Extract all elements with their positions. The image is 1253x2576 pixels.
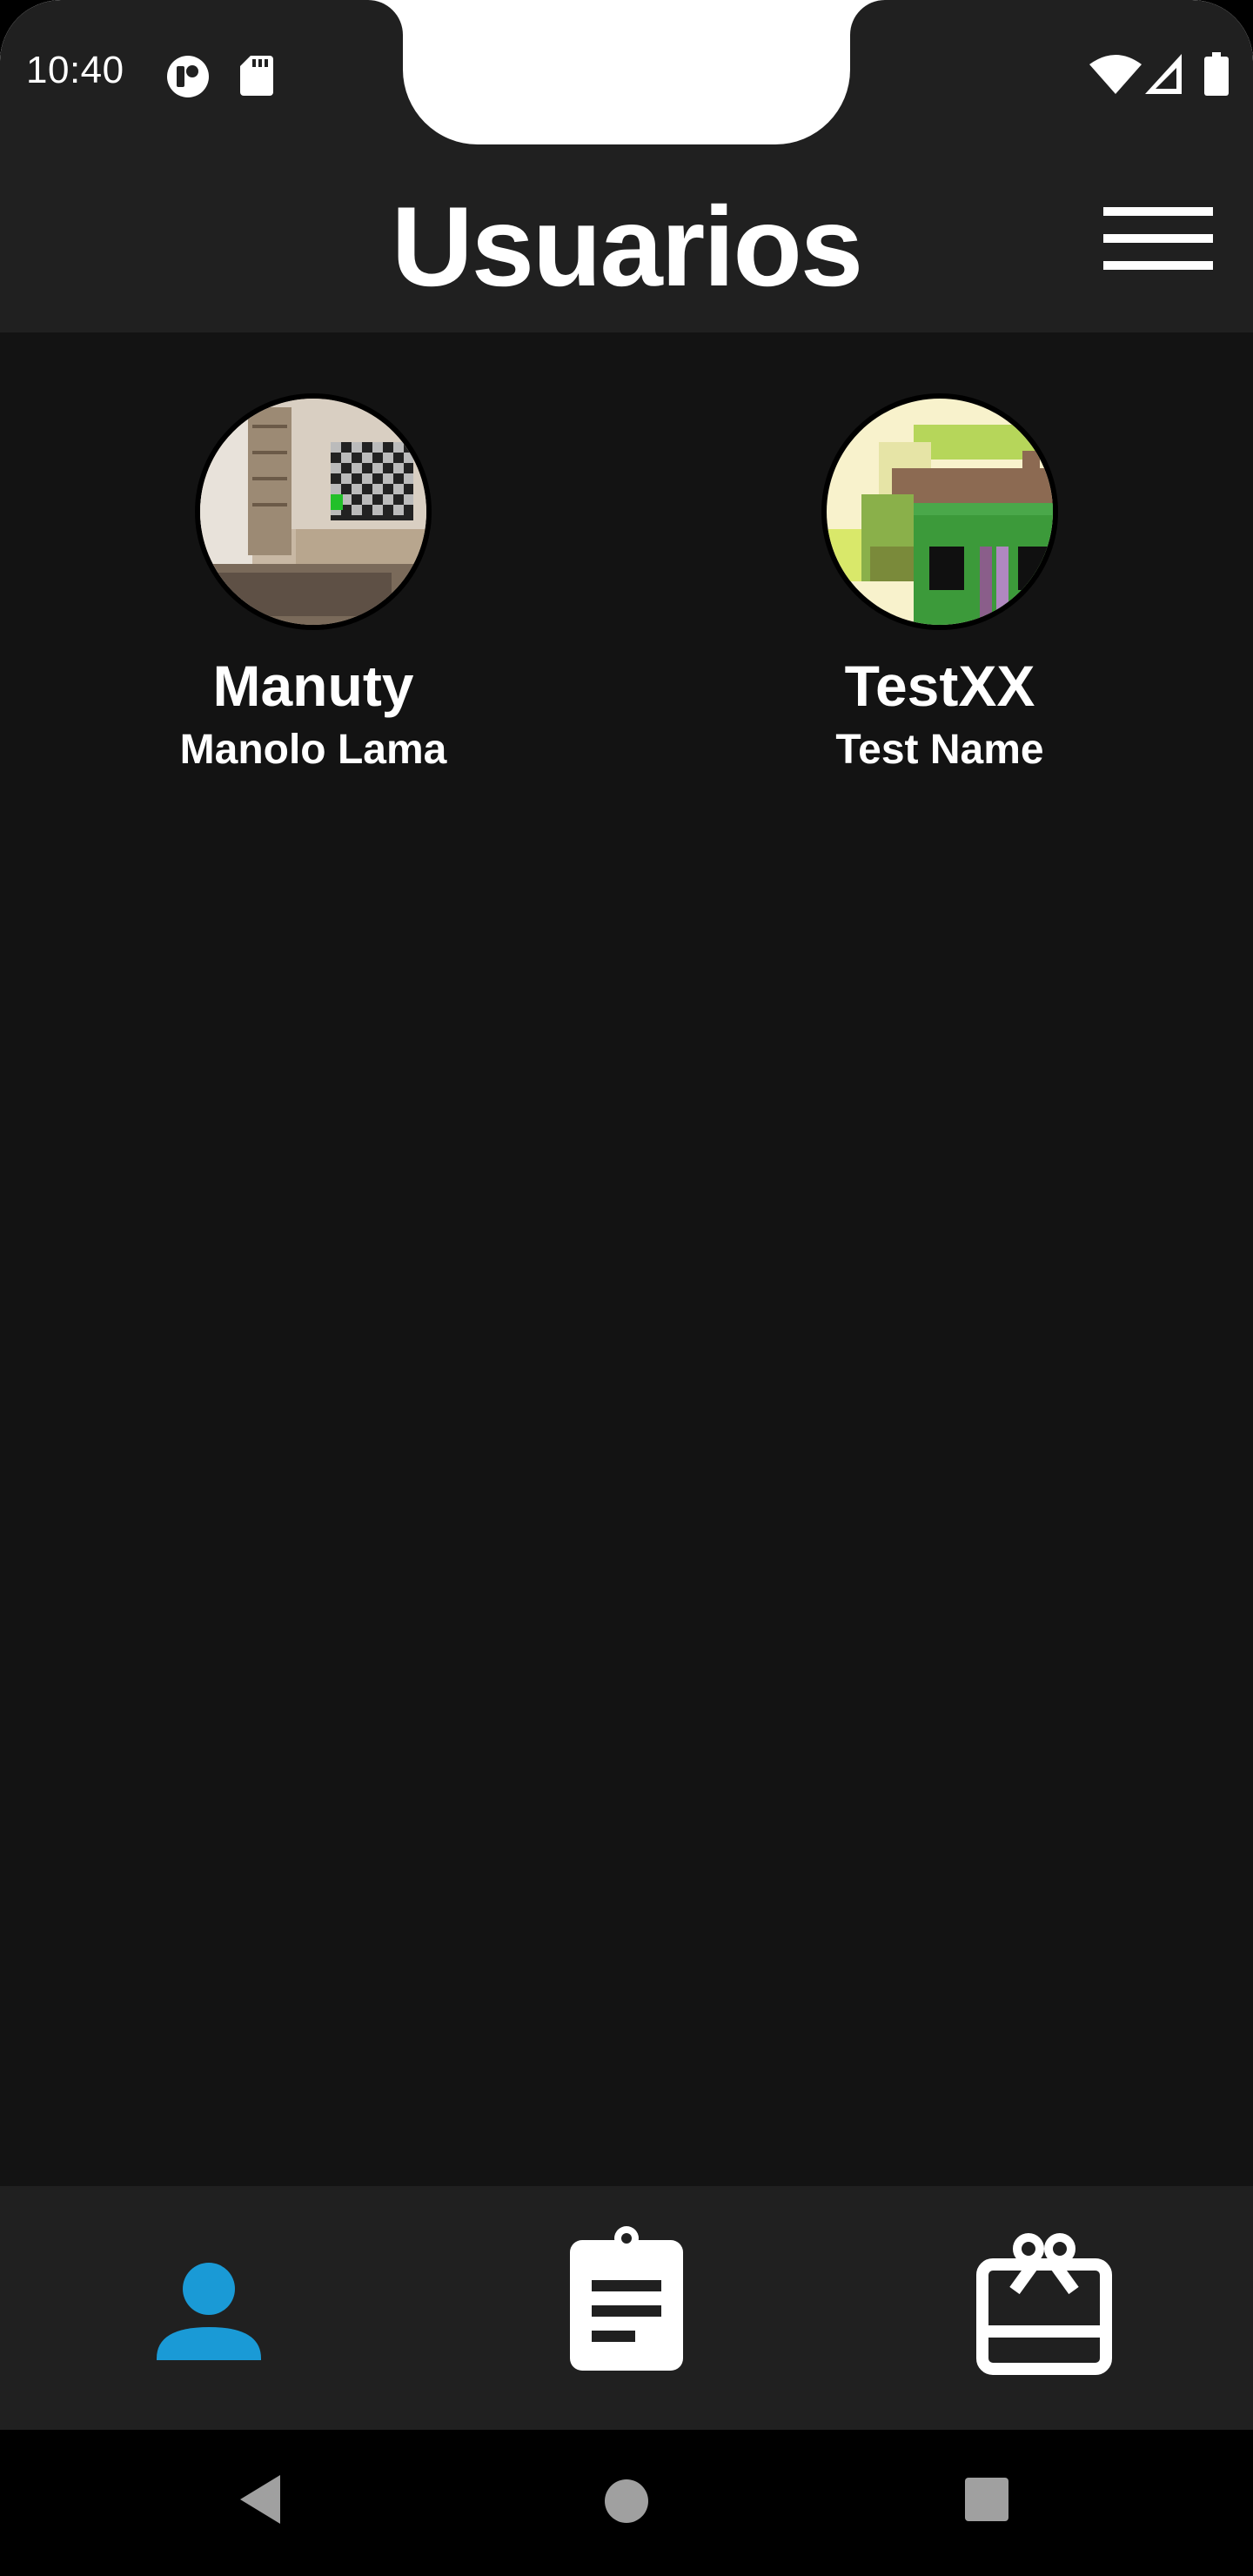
app-notification-icon	[167, 56, 209, 97]
status-time: 10:40	[26, 49, 124, 91]
user-username: TestXX	[844, 654, 1035, 718]
user-card[interactable]: Manuty Manolo Lama	[139, 393, 487, 775]
battery-icon	[1204, 52, 1229, 96]
avatar	[821, 393, 1058, 630]
app-header: Usuarios	[0, 148, 1253, 332]
nav-tasks[interactable]	[522, 2186, 731, 2430]
pixel-art-image	[827, 399, 1053, 625]
bottom-navigation	[0, 2186, 1253, 2430]
wifi-icon	[1089, 55, 1142, 94]
sd-card-icon	[240, 56, 273, 96]
user-fullname: Manolo Lama	[179, 727, 447, 773]
user-fullname: Test Name	[835, 727, 1044, 773]
nav-gifts[interactable]	[940, 2186, 1149, 2430]
user-card[interactable]: TestXX Test Name	[766, 393, 1114, 775]
avatar	[195, 393, 432, 630]
status-bar: 10:40	[0, 0, 1253, 148]
gift-card-icon	[976, 2233, 1112, 2375]
hamburger-menu-icon	[1103, 207, 1213, 216]
clipboard-icon	[570, 2226, 683, 2371]
living-room-photo	[200, 399, 426, 625]
user-username: Manuty	[212, 654, 414, 718]
person-icon	[157, 2263, 261, 2360]
menu-button[interactable]	[1098, 195, 1216, 282]
home-icon[interactable]	[602, 2477, 651, 2526]
display-notch	[403, 0, 850, 144]
cell-signal-icon	[1145, 54, 1182, 94]
recents-icon[interactable]	[964, 2477, 1009, 2522]
nav-users[interactable]	[104, 2186, 313, 2430]
screen: 10:40 Usuarios Manuty Manolo Lama TestXX…	[0, 0, 1253, 2576]
page-title: Usuarios	[391, 183, 863, 310]
system-navigation-bar	[0, 2430, 1253, 2576]
back-icon[interactable]	[237, 2473, 285, 2526]
